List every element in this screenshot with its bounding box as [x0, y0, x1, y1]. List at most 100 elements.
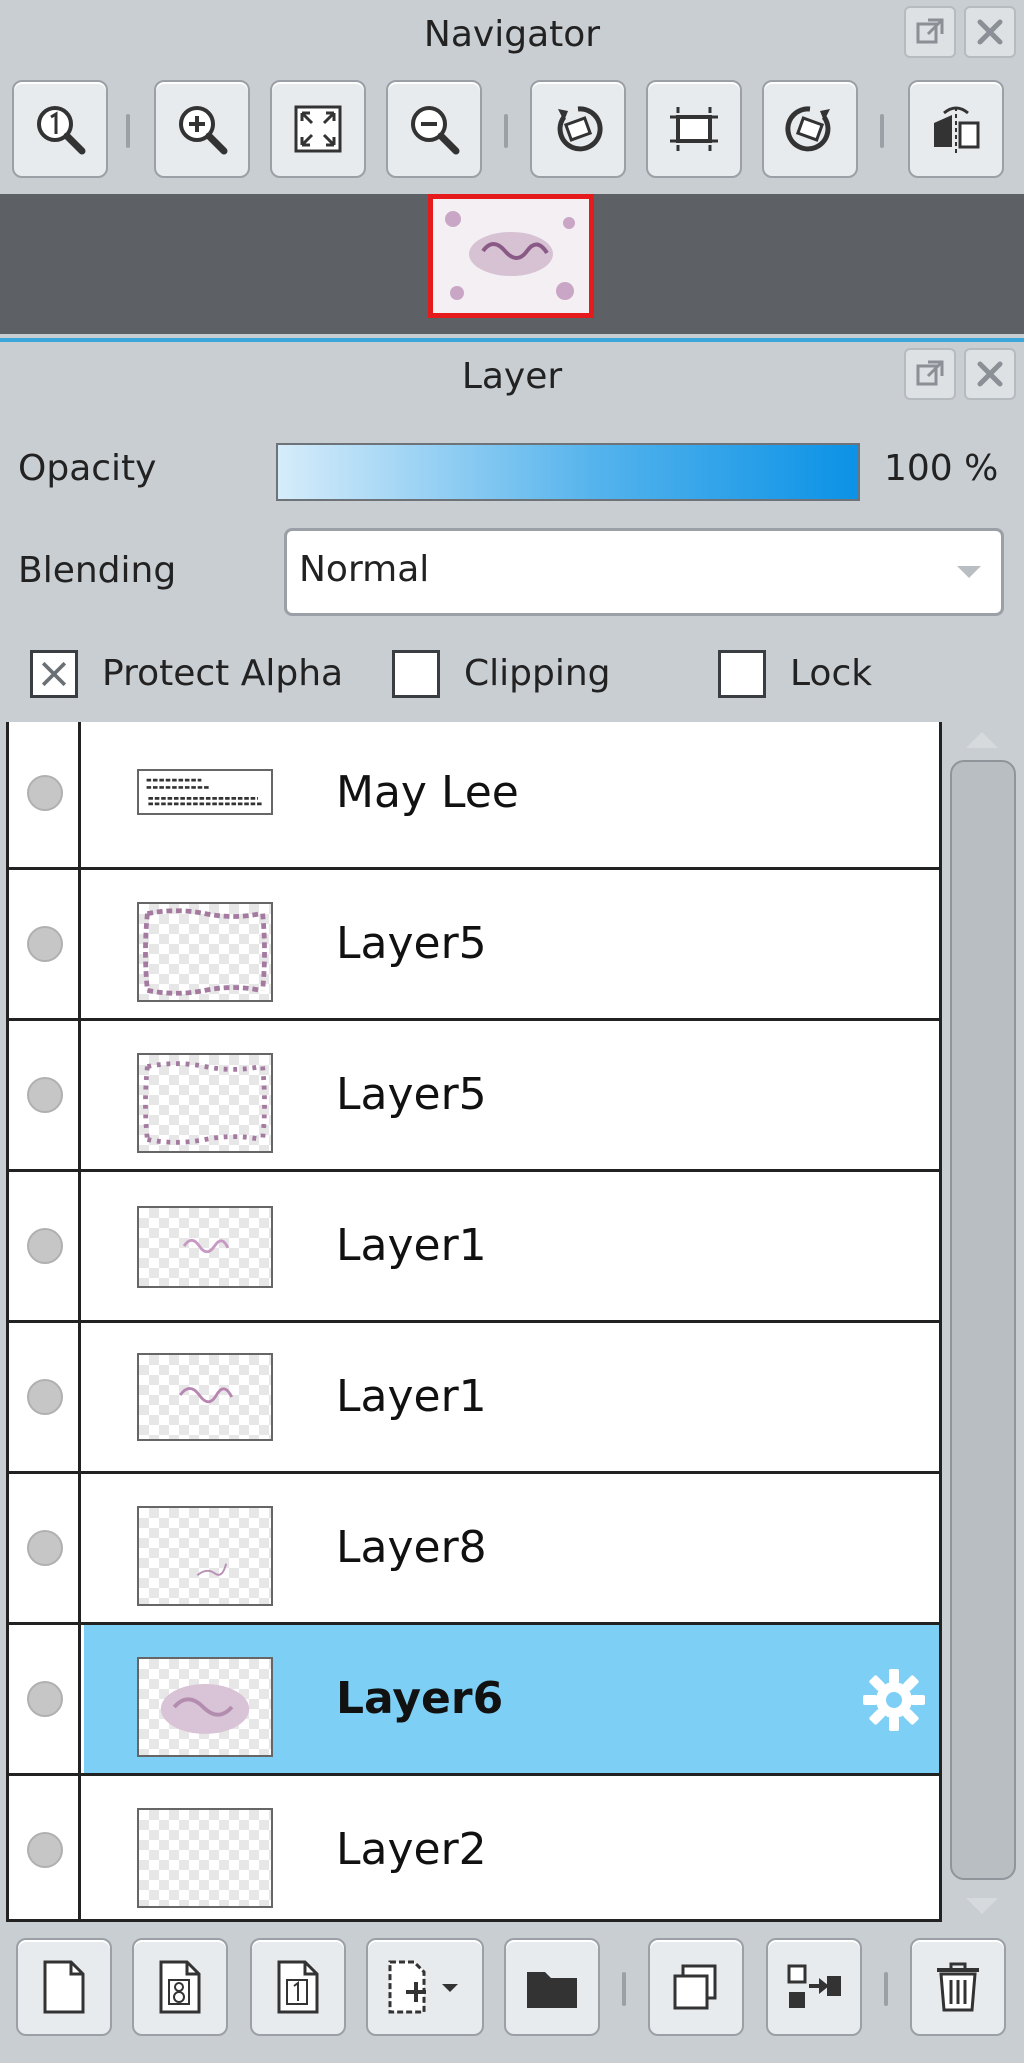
duplicate-layer-button[interactable] [648, 1938, 744, 2036]
chevron-down-icon [957, 566, 981, 578]
layer-row-main[interactable]: Layer5 [84, 1021, 939, 1169]
detach-icon [916, 18, 944, 44]
layer-row[interactable]: Layer8 [9, 1474, 939, 1625]
layer-row-main[interactable]: Layer2 [84, 1776, 939, 1919]
new-1bit-layer-button[interactable] [250, 1938, 346, 2036]
new-8bit-layer-icon [159, 1960, 201, 2014]
layer-visibility-toggle[interactable] [9, 1021, 81, 1169]
layer-name: Layer5 [336, 1069, 487, 1120]
opacity-row: Opacity 100 % [0, 438, 1024, 508]
visibility-dot-icon [27, 1379, 63, 1415]
new-1bit-layer-icon [277, 1960, 319, 2014]
layer-thumbnail-image [179, 1386, 234, 1404]
layer-visibility-toggle[interactable] [9, 1474, 81, 1622]
lock-checkbox[interactable] [718, 650, 766, 698]
zoom-out-button[interactable] [386, 80, 482, 178]
visibility-dot-icon [27, 775, 63, 811]
protect-alpha-checkbox[interactable] [30, 650, 78, 698]
zoom-actual-size-button[interactable] [12, 80, 108, 178]
layer-thumbnail [137, 1808, 273, 1908]
canvas-preview-image [433, 199, 589, 313]
flip-horizontal-icon [934, 106, 980, 153]
layer-detach-button[interactable] [904, 348, 956, 400]
layer-close-button[interactable] [964, 348, 1016, 400]
layer-list: May Lee Layer5 Layer5 Layer1 Layer1 Laye… [6, 722, 942, 1922]
rotate-left-button[interactable] [530, 80, 626, 178]
layer-visibility-toggle[interactable] [9, 1625, 81, 1773]
flip-horizontal-button[interactable] [908, 80, 1004, 178]
layer-row-main[interactable]: Layer5 [84, 870, 939, 1018]
delete-layer-button[interactable] [910, 1938, 1006, 2036]
layer-thumbnail [137, 1657, 273, 1757]
layer-row[interactable]: Layer5 [9, 1021, 939, 1172]
lock-label: Lock [790, 653, 873, 694]
zoom-in-icon [179, 106, 228, 155]
layer-thumbnail-image [143, 908, 267, 996]
layer-visibility-toggle[interactable] [9, 1172, 81, 1320]
layer-name: Layer5 [336, 918, 487, 969]
clipping-checkbox[interactable] [392, 650, 440, 698]
layer-thumbnail-image [182, 1238, 230, 1254]
add-layer-dropdown-icon [388, 1960, 458, 2014]
zoom-out-icon [411, 106, 460, 155]
new-folder-button[interactable] [504, 1938, 600, 2036]
merge-down-button[interactable] [766, 1938, 862, 2036]
gear-icon[interactable] [859, 1665, 929, 1735]
navigator-title-bar: Navigator [0, 0, 1024, 68]
checkmark-x-icon [41, 661, 67, 687]
close-icon [977, 19, 1003, 45]
navigator-preview[interactable] [0, 194, 1024, 334]
visibility-dot-icon [27, 926, 63, 962]
navigator-close-button[interactable] [964, 6, 1016, 58]
layer-visibility-toggle[interactable] [9, 870, 81, 1018]
layer-thumbnail [137, 902, 273, 1002]
layer-list-scrollbar[interactable] [946, 722, 1018, 1922]
navigator-detach-button[interactable] [904, 6, 956, 58]
scroll-down-icon[interactable] [964, 1894, 1000, 1918]
layer-visibility-toggle[interactable] [9, 1776, 81, 1919]
layer-row-main[interactable]: Layer1 [84, 1172, 939, 1320]
layer-row-main[interactable]: Layer8 [84, 1474, 939, 1622]
layer-name: May Lee [336, 767, 519, 818]
close-icon [977, 361, 1003, 387]
rotate-right-button[interactable] [762, 80, 858, 178]
toolbar-separator [622, 1972, 626, 2006]
canvas-preview-thumbnail[interactable] [428, 194, 594, 318]
navigator-title: Navigator [423, 13, 601, 55]
toolbar-separator [884, 1972, 888, 2006]
add-layer-dropdown-button[interactable] [366, 1938, 484, 2036]
zoom-in-button[interactable] [154, 80, 250, 178]
layer-row-main[interactable]: May Lee [84, 722, 939, 867]
layer-row-selected[interactable]: Layer6 [9, 1625, 939, 1776]
layer-row-main[interactable]: Layer1 [84, 1323, 939, 1471]
layer-row[interactable]: Layer5 [9, 870, 939, 1021]
blending-label: Blending [18, 550, 177, 591]
opacity-value: 100 % [884, 448, 999, 489]
blending-select[interactable]: Normal [284, 528, 1004, 616]
layer-panel: Layer Opacity 100 % Blending Normal Prot… [0, 338, 1024, 2063]
layer-thumbnail [137, 1053, 273, 1153]
layer-bottom-toolbar [0, 1926, 1024, 2063]
layer-name: Layer2 [336, 1824, 487, 1875]
scrollbar-thumb[interactable] [950, 760, 1016, 1880]
reset-rotation-button[interactable] [646, 80, 742, 178]
toolbar-separator [880, 114, 884, 148]
new-layer-icon [43, 1960, 85, 2014]
new-layer-button[interactable] [16, 1938, 112, 2036]
scroll-up-icon[interactable] [964, 728, 1000, 752]
layer-visibility-toggle[interactable] [9, 1323, 81, 1471]
layer-row[interactable]: Layer1 [9, 1323, 939, 1474]
layer-thumbnail-image [160, 1683, 250, 1734]
opacity-label: Opacity [18, 448, 157, 489]
layer-title-bar: Layer [0, 342, 1024, 410]
layer-visibility-toggle[interactable] [9, 722, 81, 867]
layer-row[interactable]: Layer1 [9, 1172, 939, 1323]
opacity-slider[interactable] [276, 443, 860, 501]
layer-row[interactable]: Layer2 [9, 1776, 939, 1919]
layer-row[interactable]: May Lee [9, 722, 939, 870]
fit-to-window-button[interactable] [270, 80, 366, 178]
layer-row-main[interactable]: Layer6 [84, 1625, 939, 1773]
new-8bit-layer-button[interactable] [132, 1938, 228, 2036]
duplicate-layer-icon [673, 1964, 717, 2010]
layer-thumbnail [137, 1353, 273, 1441]
